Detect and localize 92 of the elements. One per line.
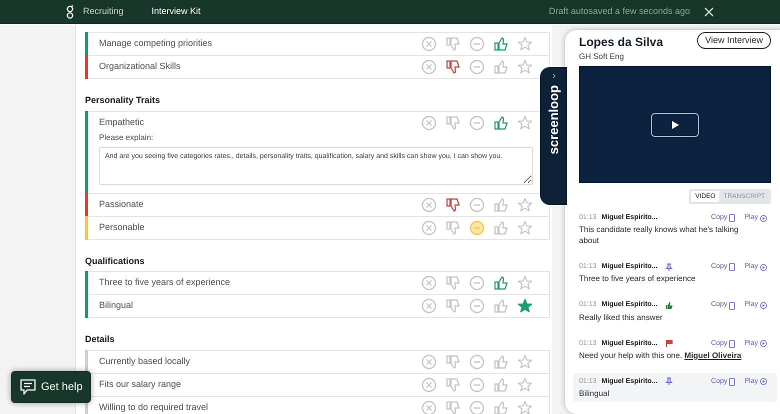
thumbs-up-icon[interactable] — [493, 114, 509, 130]
thumbs-down-icon[interactable] — [445, 36, 461, 52]
criterion-label: Currently based locally — [99, 354, 190, 368]
thumbs-up-icon[interactable] — [493, 298, 509, 314]
star-icon[interactable] — [517, 36, 533, 52]
play-icon — [670, 120, 680, 130]
copy-icon — [729, 214, 736, 222]
criterion-label: Manage competing priorities — [99, 37, 212, 50]
minus-circle-icon[interactable] — [469, 376, 485, 392]
star-icon[interactable] — [517, 376, 533, 392]
transcript-text: Three to five years of experience — [579, 274, 696, 284]
x-circle-icon[interactable] — [421, 196, 437, 212]
thumbs-down-icon[interactable] — [445, 354, 461, 370]
criterion-label: Three to five years of experience — [99, 276, 230, 290]
thumbs-up-icon[interactable] — [493, 400, 509, 414]
star-icon[interactable] — [517, 59, 533, 75]
thumbs-up-icon[interactable] — [493, 376, 509, 392]
play-icon — [760, 340, 767, 348]
close-icon[interactable] — [704, 7, 714, 17]
copy-icon — [729, 340, 736, 348]
thumbs-down-icon[interactable] — [445, 400, 461, 414]
criterion-label: Empathetic — [99, 116, 144, 129]
brand-logo: screenloop — [544, 85, 562, 154]
minus-circle-icon[interactable] — [469, 196, 485, 212]
star-icon[interactable] — [517, 275, 533, 291]
thumbs-down-icon[interactable] — [445, 196, 461, 212]
transcript-text: Really liked this answer — [579, 312, 663, 322]
criterion-label: Bilingual — [99, 299, 134, 312]
section-heading: Personality Traits — [85, 94, 162, 107]
x-circle-icon[interactable] — [421, 36, 437, 52]
thumbs-down-icon[interactable] — [445, 376, 461, 392]
star-icon[interactable] — [517, 400, 533, 414]
star-icon[interactable] — [517, 114, 533, 130]
page-title: Interview Kit — [152, 5, 201, 18]
play-button[interactable] — [651, 112, 699, 136]
x-circle-icon[interactable] — [421, 275, 437, 291]
thumbs-down-icon[interactable] — [445, 59, 461, 75]
thumbs-down-icon[interactable] — [445, 275, 461, 291]
app-name[interactable]: Recruiting — [83, 5, 124, 19]
thumbs-up-icon[interactable] — [493, 354, 509, 370]
thumbs-up-icon[interactable] — [493, 59, 509, 75]
copy-icon — [729, 378, 736, 386]
star-icon[interactable] — [517, 220, 533, 236]
minus-circle-icon[interactable] — [469, 59, 485, 75]
section-heading: Qualifications — [85, 254, 146, 268]
section-heading: Details — [85, 333, 116, 346]
transcript-text: Need your help with this one. — [579, 350, 682, 360]
transcript-text: Bilingual — [579, 388, 610, 398]
x-circle-icon[interactable] — [421, 220, 437, 236]
x-circle-icon[interactable] — [421, 114, 437, 130]
minus-circle-icon[interactable] — [469, 36, 485, 52]
play-icon — [760, 214, 767, 222]
play-icon — [760, 264, 767, 271]
chat-icon — [19, 378, 37, 396]
star-icon[interactable] — [517, 354, 533, 370]
thumbs-up-icon[interactable] — [493, 196, 509, 212]
candidate-name: Lopes da Silva — [579, 34, 664, 51]
criterion-label: Organizational Skills — [99, 60, 181, 74]
thumbs-down-icon[interactable] — [445, 220, 461, 236]
mention-link[interactable]: Miguel Oliveira — [684, 350, 742, 360]
minus-circle-icon[interactable] — [469, 354, 485, 370]
play-icon — [760, 378, 767, 386]
job-title: GH Soft Eng — [579, 51, 625, 63]
chevron-icon[interactable] — [550, 73, 556, 79]
minus-circle-icon[interactable] — [469, 220, 485, 236]
play-icon — [760, 302, 767, 310]
criterion-label: Fits our salary range — [99, 378, 182, 391]
x-circle-icon[interactable] — [421, 354, 437, 370]
x-circle-icon[interactable] — [421, 298, 437, 314]
star-icon[interactable] — [517, 298, 533, 314]
view-interview-button[interactable]: View Interview — [697, 32, 771, 49]
copy-icon — [729, 263, 736, 272]
thumbs-down-icon[interactable] — [445, 114, 461, 130]
get-help-button[interactable]: Get help — [11, 371, 91, 403]
thumbs-down-icon[interactable] — [445, 298, 461, 314]
field-label: Please explain: — [99, 132, 154, 144]
thumbs-up-icon[interactable] — [493, 220, 509, 236]
thumbs-up-icon[interactable] — [493, 36, 509, 52]
criterion-label: Willing to do required travel — [99, 400, 208, 414]
criterion-label: Passionate — [99, 198, 144, 211]
minus-circle-icon[interactable] — [469, 275, 485, 291]
star-icon[interactable] — [517, 196, 533, 212]
minus-circle-icon[interactable] — [469, 114, 485, 130]
criterion-label: Personable — [99, 220, 145, 234]
copy-icon — [729, 302, 736, 310]
x-circle-icon[interactable] — [421, 376, 437, 392]
logo-icon — [66, 5, 74, 19]
thumbs-up-icon[interactable] — [493, 275, 509, 291]
minus-circle-icon[interactable] — [469, 298, 485, 314]
autosave-status: Draft autosaved a few seconds ago — [548, 5, 690, 18]
transcript-text: This candidate really knows what he's talking about — [579, 225, 738, 246]
x-circle-icon[interactable] — [421, 59, 437, 75]
